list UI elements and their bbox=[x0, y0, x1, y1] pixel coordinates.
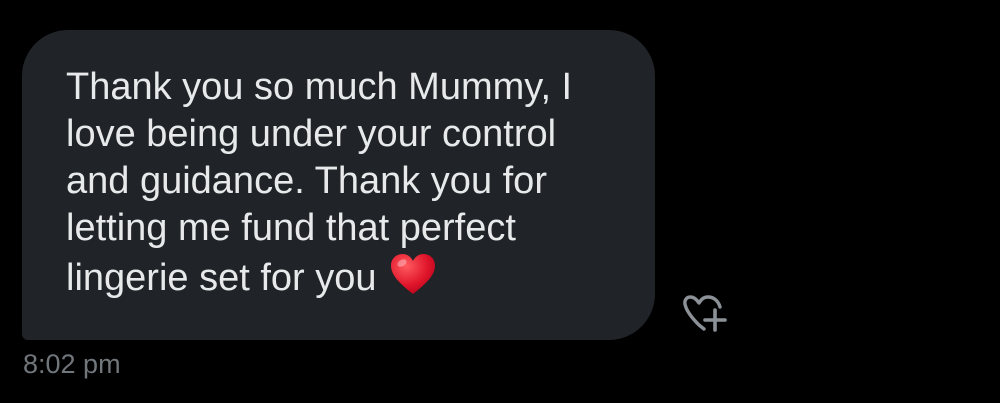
message-line: love being under your control bbox=[66, 113, 557, 155]
red-heart-emoji bbox=[389, 252, 437, 308]
add-reaction-button[interactable] bbox=[681, 288, 735, 334]
message-bubble[interactable]: Thank you so much Mummy, I love being un… bbox=[22, 30, 655, 340]
message-line: and guidance. Thank you for bbox=[66, 160, 547, 202]
message-line-text: lingerie set for you bbox=[66, 257, 377, 299]
message-line-last: lingerie set for you bbox=[66, 252, 625, 308]
add-reaction-heart-icon bbox=[683, 295, 727, 332]
message-line: letting me fund that perfect bbox=[66, 207, 516, 249]
message-timestamp: 8:02 pm bbox=[23, 349, 121, 379]
message-line: Thank you so much Mummy, I bbox=[66, 66, 573, 108]
